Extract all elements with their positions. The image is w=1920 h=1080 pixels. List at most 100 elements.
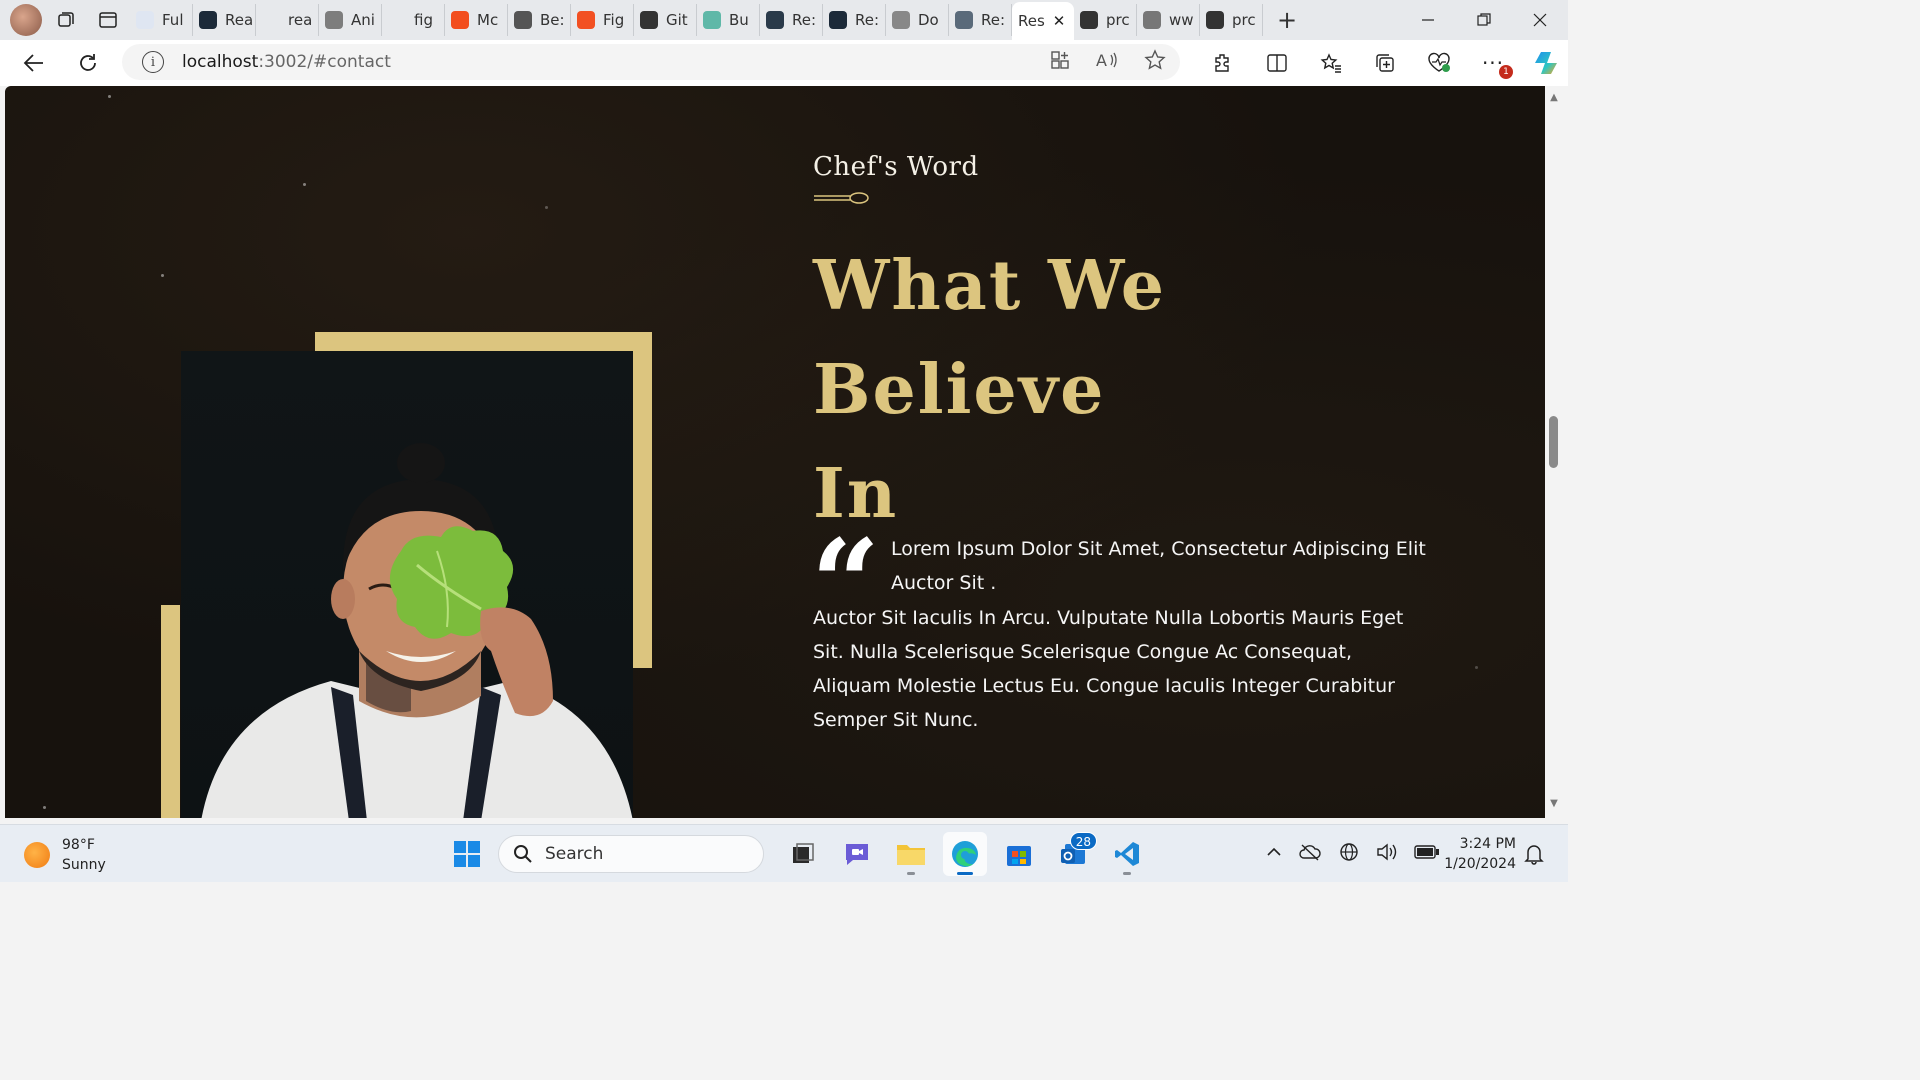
browser-tab[interactable]: Git <box>634 4 697 36</box>
decorative-frame-left <box>161 605 180 818</box>
background-speck <box>303 183 306 186</box>
restore-button[interactable] <box>1456 0 1512 40</box>
browser-tab[interactable]: fig <box>382 4 445 36</box>
start-button[interactable] <box>445 832 489 876</box>
tab-active[interactable]: Res ✕ <box>1012 2 1074 40</box>
new-tab-button[interactable]: + <box>1267 4 1307 36</box>
edge-icon <box>952 841 978 867</box>
url-path: :3002/#contact <box>258 52 391 72</box>
language-icon[interactable] <box>1338 841 1360 867</box>
site-info-icon[interactable]: i <box>142 51 164 73</box>
page-icon <box>1143 11 1161 29</box>
spoon-icon <box>814 192 869 204</box>
scroll-down-arrow[interactable]: ▼ <box>1548 798 1560 809</box>
section-headline: What We Believe In <box>813 234 1453 546</box>
onedrive-icon[interactable] <box>1298 843 1322 865</box>
tab-label: Re: <box>792 11 817 29</box>
browser-tab[interactable]: ww <box>1137 4 1200 36</box>
background-speck <box>161 274 164 277</box>
weather-temp: 98°F <box>62 837 95 853</box>
browser-tab[interactable]: Re: <box>823 4 886 36</box>
teams-chat-button[interactable] <box>835 832 879 876</box>
background-speck <box>545 206 548 209</box>
browser-tab[interactable]: Re: <box>760 4 823 36</box>
taskbar-clock[interactable]: 3:24 PM 1/20/2024 <box>1440 834 1516 874</box>
volume-icon[interactable] <box>1376 842 1398 866</box>
tab-actions-icon[interactable] <box>90 4 126 36</box>
headline-line-1: What We Believe <box>813 246 1167 430</box>
folder-icon <box>897 845 925 865</box>
back-button[interactable] <box>14 43 54 83</box>
microsoft-icon <box>577 11 595 29</box>
browser-tab[interactable]: Rea <box>193 4 256 36</box>
outlook-button[interactable]: 28 <box>1051 832 1097 876</box>
browser-tab[interactable]: Re: <box>949 4 1012 36</box>
shield-icon <box>892 11 910 29</box>
browser-tab[interactable]: prc <box>1200 4 1263 36</box>
taskbar: 98°F Sunny Search 28 3:24 PM 1/20/2024 <box>0 824 1568 882</box>
tab-label: Mc <box>477 11 499 29</box>
task-view-button[interactable] <box>781 832 825 876</box>
page-viewport: Chef's Word What We Believe In “ Lorem I… <box>5 86 1545 818</box>
browser-tab[interactable]: Fig <box>571 4 634 36</box>
a-icon <box>325 11 343 29</box>
browser-tab[interactable]: prc <box>1074 4 1137 36</box>
split-screen-icon[interactable] <box>1250 43 1304 83</box>
tab-label: Re: <box>981 11 1006 29</box>
favorite-star-icon[interactable] <box>1144 49 1166 75</box>
browser-tab[interactable]: Do <box>886 4 949 36</box>
microsoft-store-button[interactable] <box>997 832 1041 876</box>
file-explorer-button[interactable] <box>889 832 933 876</box>
section-eyebrow: Chef's Word <box>813 152 979 182</box>
browser-tab[interactable]: Ful <box>130 4 193 36</box>
read-aloud-icon[interactable]: A <box>1096 50 1118 74</box>
close-tab-icon[interactable]: ✕ <box>1053 12 1066 30</box>
task-view-icon <box>793 843 814 863</box>
chat-icon <box>846 844 868 865</box>
tab-strip: Ful Rea rea Ani fig Mc Be: Fig Git Bu Re: Re: Do Re: R… <box>0 0 1568 40</box>
refresh-button[interactable] <box>68 43 108 83</box>
close-window-button[interactable] <box>1512 0 1568 40</box>
browser-tab[interactable]: Mc <box>445 4 508 36</box>
page-scrollbar[interactable]: ▲ ▼ <box>1545 86 1563 818</box>
collections-icon[interactable] <box>1358 43 1412 83</box>
notification-bell-icon[interactable] <box>1524 843 1544 869</box>
copilot-icon[interactable] <box>1520 43 1574 83</box>
weather-widget[interactable]: 98°F Sunny <box>24 835 106 875</box>
github-icon <box>640 11 658 29</box>
tab-label: Re: <box>855 11 880 29</box>
tab-label: Bu <box>729 11 749 29</box>
minimize-button[interactable] <box>1400 0 1456 40</box>
extensions-icon[interactable] <box>1196 43 1250 83</box>
search-icon <box>388 11 406 29</box>
url-text[interactable]: localhost:3002/#contact <box>182 52 391 72</box>
chevron-up-icon[interactable] <box>1266 844 1282 864</box>
settings-menu-button[interactable]: ··· 1 <box>1466 43 1520 83</box>
profile-avatar[interactable] <box>10 4 42 36</box>
weather-desc: Sunny <box>62 857 106 873</box>
browser-essentials-icon[interactable] <box>1412 43 1466 83</box>
battery-icon[interactable] <box>1414 844 1440 864</box>
search-label: Search <box>545 844 604 864</box>
vscode-button[interactable] <box>1105 832 1149 876</box>
address-bar[interactable]: i localhost:3002/#contact A <box>122 44 1180 80</box>
edge-taskbar-button[interactable] <box>943 832 987 876</box>
browser-tab[interactable]: Be: <box>508 4 571 36</box>
react-icon <box>955 11 973 29</box>
headline-line-2: In <box>813 454 899 534</box>
tab-label: Fig <box>603 11 625 29</box>
taskbar-search[interactable]: Search <box>498 835 764 873</box>
browser-tab[interactable]: Bu <box>697 4 760 36</box>
app-available-icon[interactable] <box>1050 50 1070 74</box>
workspaces-icon[interactable] <box>48 4 84 36</box>
clock-time: 3:24 PM <box>1459 836 1516 852</box>
browser-tab[interactable]: Ani <box>319 4 382 36</box>
figma-icon <box>451 11 469 29</box>
tab-label: Rea <box>225 11 254 29</box>
store-icon <box>1007 846 1031 866</box>
scroll-up-arrow[interactable]: ▲ <box>1548 92 1560 103</box>
browser-tab[interactable]: rea <box>256 4 319 36</box>
favorites-icon[interactable] <box>1304 43 1358 83</box>
scroll-thumb[interactable] <box>1549 416 1558 468</box>
tab-label: prc <box>1232 11 1256 29</box>
